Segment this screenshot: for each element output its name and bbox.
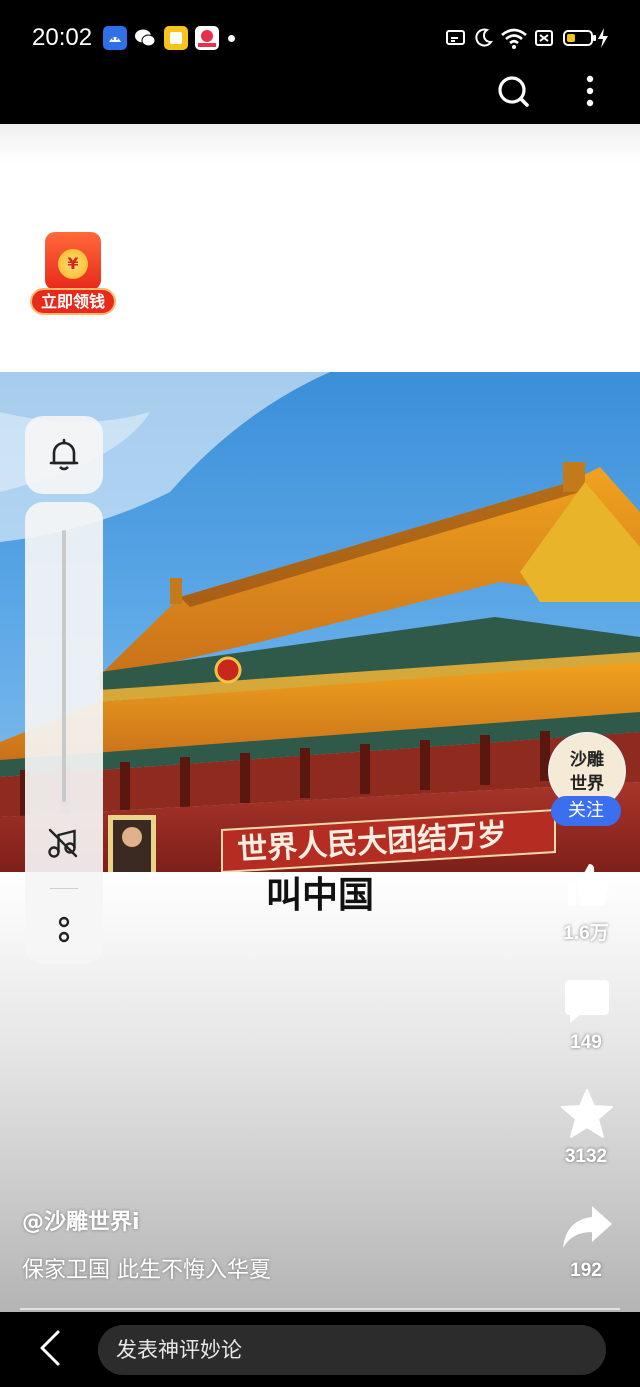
more-options-icon[interactable]	[576, 72, 604, 112]
app-top-bar	[0, 75, 640, 124]
panel-divider	[50, 888, 78, 889]
status-time: 20:02	[32, 24, 93, 51]
favorite-star-icon[interactable]	[560, 1088, 614, 1140]
more-dots-icon[interactable]	[52, 912, 76, 948]
volume-slider[interactable]	[62, 530, 66, 802]
avatar-text: 沙雕世界	[570, 750, 604, 794]
bell-icon	[49, 438, 79, 471]
favorite-count: 3132	[564, 1146, 608, 1167]
search-icon[interactable]	[494, 72, 534, 112]
wechat-icon	[133, 26, 157, 50]
comment-input[interactable]: 发表神评妙论	[98, 1325, 606, 1375]
back-arrow-icon[interactable]	[30, 1326, 74, 1370]
video-progress-bar[interactable]	[20, 1308, 620, 1310]
share-count: 192	[570, 1260, 602, 1281]
red-packet-widget[interactable]: ¥ 立即领钱	[30, 232, 116, 316]
status-bar: 20:02	[0, 0, 640, 78]
battery-charging-icon	[563, 28, 608, 48]
comment-bubble-icon[interactable]	[562, 976, 612, 1026]
author-handle[interactable]: @沙雕世界i	[22, 1204, 140, 1236]
notes-app-icon	[164, 26, 188, 50]
do-not-disturb-moon-icon	[475, 28, 493, 47]
more-notifications-dot	[228, 35, 235, 42]
comment-count: 149	[570, 1032, 602, 1053]
wifi-icon	[501, 28, 527, 49]
notification-card[interactable]	[25, 416, 103, 494]
follow-button[interactable]: 关注	[551, 796, 621, 826]
video-description: 保家卫国 此生不悔入华夏	[22, 1258, 271, 1283]
screencast-icon	[446, 30, 465, 45]
shopping-app-icon	[195, 26, 219, 50]
like-count: 1.6万	[563, 923, 609, 944]
comment-placeholder: 发表神评妙论	[116, 1338, 242, 1362]
sim-off-icon	[535, 30, 553, 46]
like-thumb-icon[interactable]	[562, 860, 612, 910]
red-packet-label: 立即领钱	[30, 288, 116, 315]
music-off-icon[interactable]	[46, 826, 80, 860]
android-icon	[103, 26, 127, 50]
coin-icon: ¥	[58, 249, 88, 279]
share-arrow-icon[interactable]	[560, 1202, 614, 1252]
